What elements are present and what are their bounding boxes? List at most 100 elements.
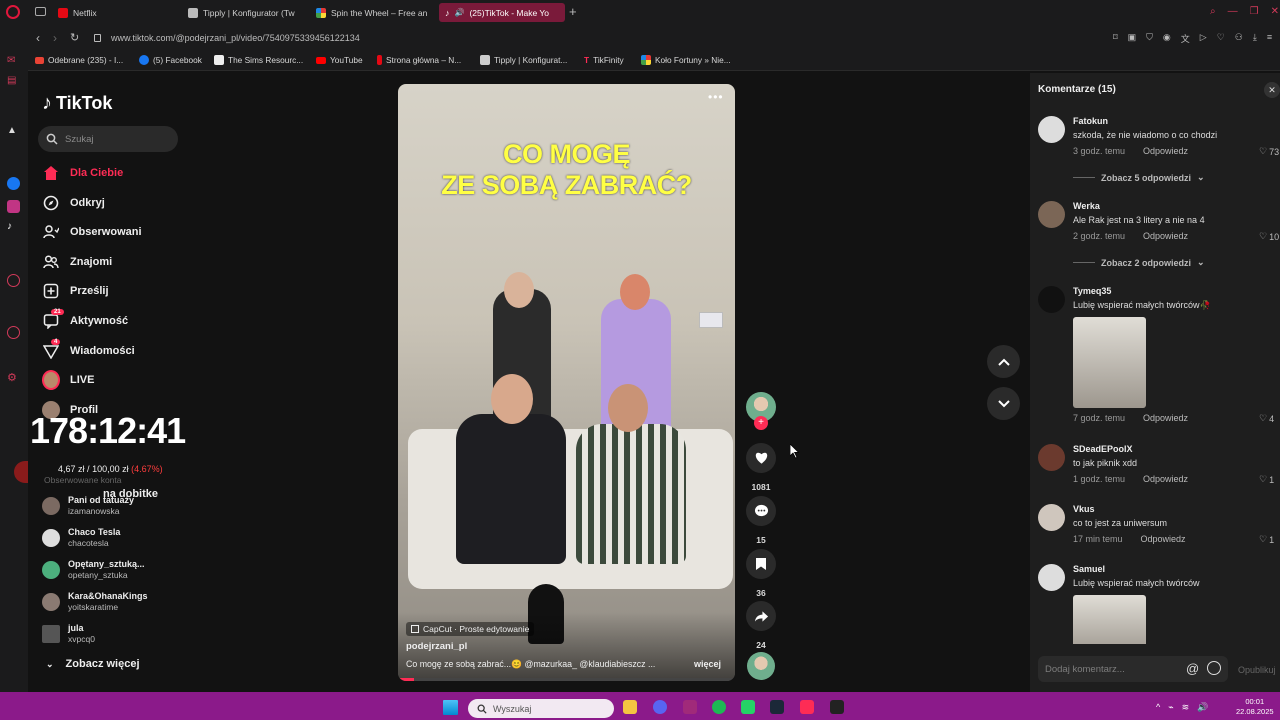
reply-button[interactable]: Odpowiedz bbox=[1141, 534, 1186, 544]
comment-button[interactable]: 15 bbox=[745, 496, 777, 545]
followed-account[interactable]: jula xvpcq0 bbox=[42, 620, 95, 648]
sidebar-settings-icon[interactable]: ⚙ bbox=[7, 371, 20, 384]
messenger-icon[interactable] bbox=[7, 177, 20, 190]
video-progress-track[interactable] bbox=[398, 678, 735, 681]
comment-user[interactable]: Werka bbox=[1073, 201, 1100, 211]
add-comment-input[interactable]: Dodaj komentarz... bbox=[1038, 656, 1228, 682]
snapshot-icon[interactable]: ▣ bbox=[1128, 32, 1137, 45]
tab-tipply[interactable]: Tipply | Konfigurator (Tw bbox=[182, 3, 304, 22]
play-icon[interactable]: ▷ bbox=[1200, 32, 1207, 45]
comment-user[interactable]: Vkus bbox=[1073, 504, 1095, 514]
nav-friends[interactable]: Znajomi bbox=[42, 251, 112, 273]
comment-like-button[interactable]: ♡ 1 bbox=[1259, 534, 1274, 545]
followed-account[interactable]: Kara&OhanaKings yoitskaratime bbox=[42, 588, 148, 616]
bookmark-wheel[interactable]: Koło Fortuny » Nie... bbox=[641, 55, 731, 65]
save-button[interactable]: 36 bbox=[745, 549, 777, 598]
reply-button[interactable]: Odpowiedz bbox=[1143, 413, 1188, 423]
emoji-icon[interactable] bbox=[1207, 661, 1221, 675]
search-tabs-icon[interactable]: ⌕ bbox=[1210, 6, 1216, 17]
follow-plus-icon[interactable]: + bbox=[754, 416, 768, 430]
sidebar-aria-icon[interactable]: ▲ bbox=[7, 125, 20, 138]
speaker-icon[interactable]: 🔊 bbox=[455, 8, 465, 17]
nav-messages[interactable]: 4 Wiadomości bbox=[42, 339, 135, 362]
comment-user[interactable]: Samuel bbox=[1073, 564, 1105, 574]
opera-taskbar-icon[interactable] bbox=[683, 700, 697, 714]
heart-icon[interactable]: ♡ bbox=[1217, 32, 1225, 45]
comment-like-button[interactable]: ♡ 73 bbox=[1259, 146, 1279, 157]
comment-image[interactable] bbox=[1073, 317, 1146, 408]
followed-account[interactable]: Chaco Tesla chacotesla bbox=[42, 524, 120, 552]
start-icon[interactable] bbox=[443, 700, 458, 715]
avatar[interactable] bbox=[1038, 201, 1065, 228]
menu-icon[interactable]: ≡ bbox=[1267, 32, 1272, 45]
sidebar-history-icon[interactable] bbox=[7, 326, 20, 339]
wifi-icon[interactable]: ≋ bbox=[1182, 702, 1190, 713]
maximize-icon[interactable]: ❐ bbox=[1250, 6, 1259, 17]
mention-icon[interactable]: @ bbox=[1186, 661, 1199, 676]
reply-button[interactable]: Odpowiedz bbox=[1143, 231, 1188, 241]
comment-user[interactable]: Tymeq35 bbox=[1073, 286, 1111, 296]
taskbar-search[interactable]: Wyszukaj bbox=[468, 699, 614, 718]
vpn-icon[interactable]: ◉ bbox=[1163, 32, 1171, 45]
avatar[interactable] bbox=[1038, 444, 1065, 471]
tiktok-taskbar-icon[interactable] bbox=[800, 700, 814, 714]
tab-spin-wheel[interactable]: Spin the Wheel – Free an bbox=[310, 3, 434, 22]
sidebar-mail-icon[interactable]: ✉ bbox=[7, 55, 20, 68]
more-link[interactable]: więcej bbox=[694, 659, 721, 669]
avatar[interactable] bbox=[1038, 286, 1065, 313]
author-avatar-button[interactable]: + bbox=[745, 392, 777, 430]
avatar[interactable] bbox=[1038, 116, 1065, 143]
video-options-icon[interactable]: ••• bbox=[708, 90, 724, 104]
tiktok-logo[interactable]: ♪ TikTok bbox=[42, 92, 112, 115]
see-more-button[interactable]: ⌄ Zobacz więcej bbox=[46, 658, 140, 670]
close-window-icon[interactable]: ✕ bbox=[1271, 6, 1279, 17]
next-video-button[interactable] bbox=[987, 387, 1020, 420]
followed-account[interactable]: Opętany_sztuką... opetany_sztuka bbox=[42, 556, 145, 584]
reply-button[interactable]: Odpowiedz bbox=[1143, 146, 1188, 156]
tab-netflix[interactable]: Netflix bbox=[52, 3, 172, 22]
instagram-icon[interactable] bbox=[7, 200, 20, 213]
bookmark-gmail[interactable]: Odebrane (235) - I... bbox=[35, 55, 123, 65]
adblock-icon[interactable]: ⛉ bbox=[1146, 32, 1153, 45]
like-button[interactable]: 1081 bbox=[745, 443, 777, 492]
sidebar-news-icon[interactable]: ▤ bbox=[7, 75, 20, 88]
followed-account[interactable]: Pani od tatuaży izamanowska bbox=[42, 492, 134, 520]
nav-upload[interactable]: Prześlij bbox=[42, 280, 109, 302]
new-tab-button[interactable]: + bbox=[569, 4, 577, 19]
nav-explore[interactable]: Odkryj bbox=[42, 192, 105, 214]
bookmark-tipply[interactable]: Tipply | Konfigurat... bbox=[480, 55, 567, 65]
file-explorer-icon[interactable] bbox=[623, 700, 637, 714]
nav-following[interactable]: Obserwowani bbox=[42, 221, 142, 243]
comment-like-button[interactable]: ♡ 1 bbox=[1259, 474, 1274, 485]
volume-icon[interactable]: 🔊 bbox=[1197, 702, 1208, 713]
spotify-icon[interactable] bbox=[712, 700, 726, 714]
translate-icon[interactable]: 文 bbox=[1181, 32, 1190, 45]
epic-games-icon[interactable] bbox=[830, 700, 844, 714]
bookmark-sims[interactable]: The Sims Resourc... bbox=[214, 55, 303, 65]
share-button[interactable]: 24 bbox=[745, 601, 777, 650]
network-icon[interactable]: ⌁ bbox=[1168, 702, 1173, 713]
bookmark-page-icon[interactable]: ⌑ bbox=[1113, 32, 1118, 45]
reply-button[interactable]: Odpowiedz bbox=[1143, 474, 1188, 484]
opera-icon[interactable] bbox=[6, 5, 20, 19]
comment-image[interactable] bbox=[1073, 595, 1146, 644]
sidebar-player-icon[interactable] bbox=[7, 274, 20, 287]
bookmark-youtube[interactable]: YouTube bbox=[316, 55, 363, 65]
sound-disc[interactable] bbox=[747, 652, 775, 680]
bookmark-tikfinity[interactable]: T TikFinity bbox=[584, 55, 624, 65]
discord-icon[interactable] bbox=[653, 700, 667, 714]
comment-user[interactable]: SDeadEPoolX bbox=[1073, 444, 1133, 454]
chevron-up-icon[interactable]: ^ bbox=[1156, 702, 1160, 713]
download-icon[interactable]: ⤓ bbox=[1253, 32, 1257, 45]
steam-icon[interactable] bbox=[770, 700, 784, 714]
back-icon[interactable]: ‹ bbox=[36, 31, 40, 45]
tab-tiktok[interactable]: ♪ 🔊 (25)TikTok - Make Yo bbox=[439, 3, 565, 22]
comment-like-button[interactable]: ♡ 10 bbox=[1259, 231, 1279, 242]
close-comments-button[interactable]: ✕ bbox=[1264, 82, 1280, 98]
profile-icon[interactable]: ⚇ bbox=[1235, 32, 1243, 45]
view-replies-button[interactable]: Zobacz 5 odpowiedzi ⌄ bbox=[1073, 172, 1205, 183]
previous-video-button[interactable] bbox=[987, 345, 1020, 378]
bookmark-netflix[interactable]: Strona główna – N... bbox=[377, 55, 461, 65]
nav-activity[interactable]: 21 Aktywność bbox=[42, 309, 128, 332]
video-player[interactable]: ••• CO MOGĘ ZE SOBĄ ZABRAĆ? CapCut · Pro… bbox=[398, 84, 735, 681]
